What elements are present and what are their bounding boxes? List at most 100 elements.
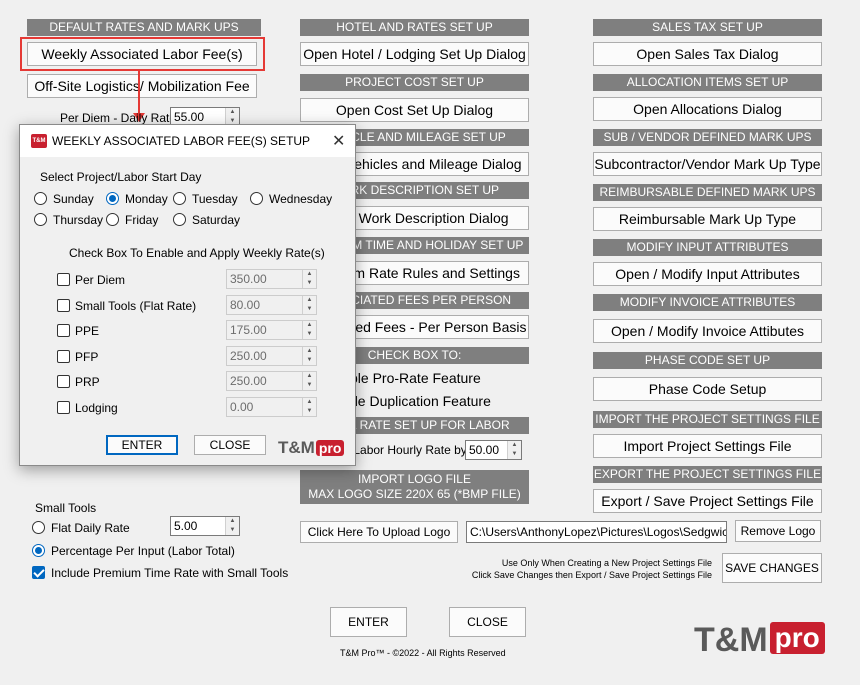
upload-logo-button[interactable]: Click Here To Upload Logo: [300, 521, 458, 543]
sales-tax-header: SALES TAX SET UP: [593, 19, 822, 36]
flat-daily-rate-radio[interactable]: [32, 521, 45, 534]
close-icon[interactable]: ✕: [332, 131, 345, 151]
dialog-enter-button[interactable]: ENTER: [106, 435, 178, 455]
labor-rate-input[interactable]: 50.00 ▲ ▼: [465, 440, 522, 460]
day-radio-saturday[interactable]: [173, 213, 186, 226]
day-radio-wednesday[interactable]: [250, 192, 263, 205]
app-icon: T&M: [31, 134, 47, 148]
include-premium-label: Include Premium Time Rate with Small Too…: [51, 566, 289, 580]
reimbursable-header: REIMBURSABLE DEFINED MARK UPS: [593, 184, 822, 201]
vendor-markup-button[interactable]: Subcontractor/Vendor Mark Up Type: [593, 152, 822, 176]
flat-daily-rate-input[interactable]: 5.00 ▲ ▼: [170, 516, 240, 536]
remove-logo-button[interactable]: Remove Logo: [735, 520, 821, 542]
rate-value: 0.00: [230, 399, 254, 414]
day-label-friday: Friday: [125, 213, 159, 227]
logo-pro-text: pro: [769, 622, 825, 654]
rate-label: PPE: [75, 324, 100, 338]
vendor-markup-header: SUB / VENDOR DEFINED MARK UPS: [593, 129, 822, 146]
rate-input[interactable]: 250.00 ▲ ▼: [226, 371, 317, 391]
day-label-tuesday: Tuesday: [192, 192, 238, 206]
import-logo-title: IMPORT LOGO FILE: [358, 472, 471, 486]
copyright-text: T&M Pro™ - ©2022 - All Rights Reserved: [340, 648, 506, 658]
open-hotel-button[interactable]: Open Hotel / Lodging Set Up Dialog: [300, 42, 529, 66]
rate-value: 175.00: [230, 323, 267, 337]
dialog-tm-pro-logo: T&M pro: [278, 438, 345, 458]
day-label-monday: Monday: [125, 192, 168, 206]
select-day-label: Select Project/Labor Start Day: [40, 170, 202, 184]
include-premium-checkbox[interactable]: [32, 566, 45, 579]
rate-label: PFP: [75, 349, 99, 364]
day-radio-friday[interactable]: [106, 213, 119, 226]
rate-input[interactable]: 350.00 ▲ ▼: [226, 269, 317, 289]
small-tools-title: Small Tools: [35, 501, 97, 515]
percentage-per-input-radio[interactable]: [32, 544, 45, 557]
spinner-icon[interactable]: ▲ ▼: [225, 517, 239, 535]
rate-input[interactable]: 80.00 ▲ ▼: [226, 294, 317, 315]
open-sales-tax-button[interactable]: Open Sales Tax Dialog: [593, 42, 822, 66]
note-line-2: Click Save Changes then Export / Save Pr…: [471, 570, 712, 580]
input-attributes-header: MODIFY INPUT ATTRIBUTES: [593, 239, 822, 256]
import-logo-subtitle: MAX LOGO SIZE 220X 65 (*BMP FILE): [308, 487, 521, 501]
project-cost-header: PROJECT COST SET UP: [300, 74, 529, 91]
logo-path-field[interactable]: C:\Users\AnthonyLopez\Pictures\Logos\Sed…: [466, 521, 727, 543]
day-radio-tuesday[interactable]: [173, 192, 186, 205]
phase-code-header: PHASE CODE SET UP: [593, 352, 822, 369]
day-label-wednesday: Wednesday: [269, 192, 333, 206]
rate-value: 80.00: [230, 297, 261, 312]
tm-pro-logo: T&M pro: [694, 620, 825, 660]
rate-label: Per Diem: [75, 273, 126, 287]
spinner-icon[interactable]: ▲ ▼: [507, 441, 521, 459]
spinner-icon[interactable]: ▲ ▼: [302, 346, 316, 365]
rate-checkbox[interactable]: [57, 324, 70, 337]
rate-value: 250.00: [230, 348, 267, 363]
rate-input[interactable]: 0.00 ▲ ▼: [226, 396, 317, 417]
dialog-titlebar[interactable]: T&M WEEKLY ASSOCIATED LABOR FEE(S) SETUP…: [20, 125, 355, 157]
save-changes-button[interactable]: SAVE CHANGES: [722, 553, 822, 583]
rate-checkbox[interactable]: [57, 375, 70, 388]
invoice-attributes-button[interactable]: Open / Modify Invoice Attibutes: [593, 319, 822, 343]
import-settings-button[interactable]: Import Project Settings File: [593, 434, 822, 458]
per-diem-label: Per Diem - Daily Rate: [60, 111, 177, 125]
arrow-line: [138, 71, 140, 115]
rate-value: 250.00: [230, 374, 267, 388]
rate-checkbox[interactable]: [57, 400, 70, 414]
spinner-icon[interactable]: ▲ ▼: [302, 397, 316, 416]
rate-label: Small Tools (Flat Rate): [75, 298, 197, 313]
offsite-mobilization-button[interactable]: Off-Site Logistics/ Mobilization Fee: [27, 74, 257, 98]
import-settings-header: IMPORT THE PROJECT SETTINGS FILE: [593, 411, 822, 428]
close-button[interactable]: CLOSE: [449, 607, 526, 637]
allocation-header: ALLOCATION ITEMS SET UP: [593, 74, 822, 91]
invoice-attributes-header: MODIFY INVOICE ATTRIBUTES: [593, 294, 822, 311]
reimbursable-button[interactable]: Reimbursable Mark Up Type: [593, 207, 822, 231]
input-attributes-button[interactable]: Open / Modify Input Attributes: [593, 262, 822, 286]
dialog-logo-pro-text: pro: [315, 440, 345, 456]
day-radio-thursday[interactable]: [34, 213, 47, 226]
rate-input[interactable]: 250.00 ▲ ▼: [226, 345, 317, 366]
phase-code-button[interactable]: Phase Code Setup: [593, 377, 822, 401]
rate-checkbox[interactable]: [57, 298, 70, 312]
rate-checkbox[interactable]: [57, 273, 70, 286]
open-cost-button[interactable]: Open Cost Set Up Dialog: [300, 98, 529, 122]
enter-button[interactable]: ENTER: [330, 607, 407, 637]
export-settings-button[interactable]: Export / Save Project Settings File: [593, 489, 822, 513]
dialog-title: WEEKLY ASSOCIATED LABOR FEE(S) SETUP: [52, 134, 311, 148]
rate-input[interactable]: 175.00 ▲ ▼: [226, 320, 317, 340]
check-box-instruction: Check Box To Enable and Apply Weekly Rat…: [69, 246, 325, 260]
spinner-icon[interactable]: ▲ ▼: [302, 270, 316, 288]
highlight-box: [20, 37, 265, 71]
rate-value: 350.00: [230, 272, 267, 286]
day-radio-sunday[interactable]: [34, 192, 47, 205]
percentage-per-input-label: Percentage Per Input (Labor Total): [51, 544, 235, 558]
day-radio-monday[interactable]: [106, 192, 119, 205]
open-allocations-button[interactable]: Open Allocations Dialog: [593, 97, 822, 121]
flat-daily-rate-label: Flat Daily Rate: [51, 521, 130, 535]
day-label-saturday: Saturday: [192, 213, 241, 227]
spinner-icon[interactable]: ▲ ▼: [302, 372, 316, 390]
spinner-icon[interactable]: ▲ ▼: [302, 295, 316, 314]
spinner-icon[interactable]: ▲ ▼: [302, 321, 316, 339]
default-rates-header: DEFAULT RATES AND MARK UPS: [27, 19, 261, 36]
rate-label: Lodging: [75, 400, 118, 415]
logo-tm-text: T&M: [694, 621, 768, 659]
rate-checkbox[interactable]: [57, 349, 70, 363]
dialog-close-button[interactable]: CLOSE: [194, 435, 266, 455]
